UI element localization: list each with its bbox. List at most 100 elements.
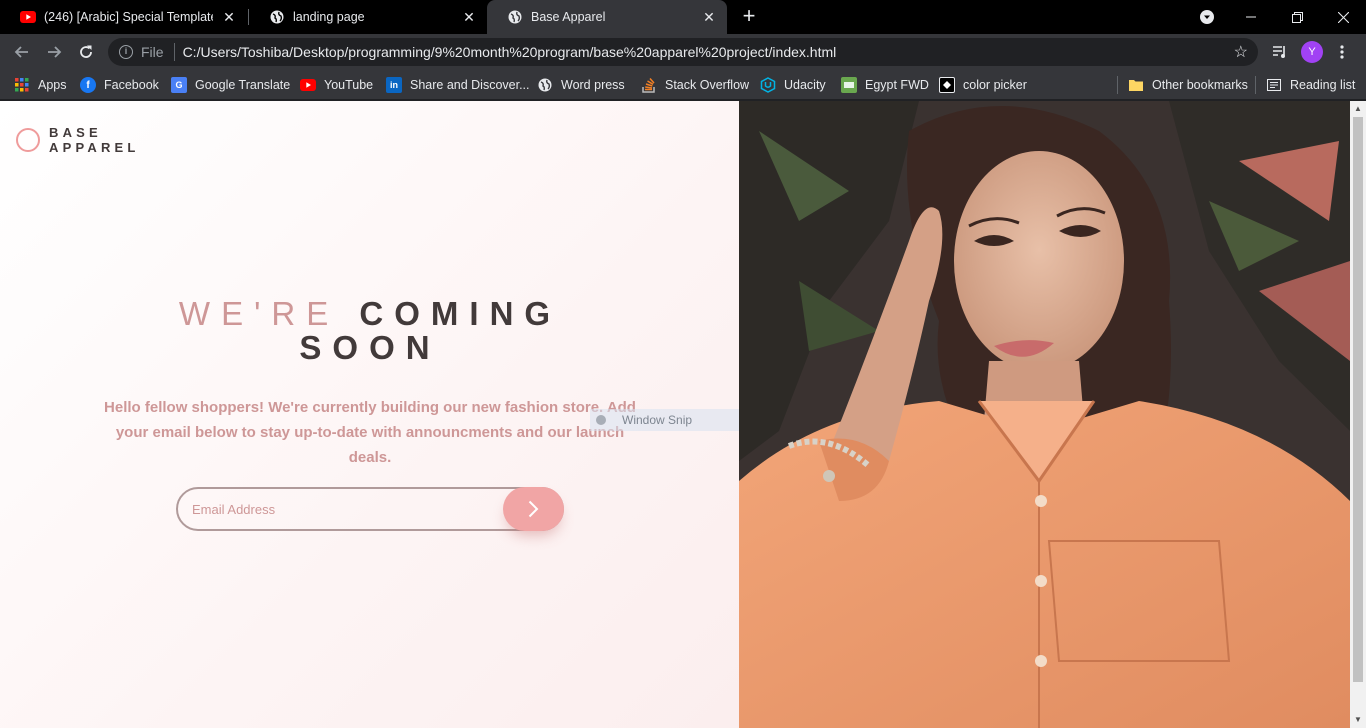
restore-icon (1291, 11, 1303, 23)
description: Hello fellow shoppers! We're currently b… (104, 399, 636, 466)
linkedin-icon: in (386, 77, 402, 93)
tab-base-apparel[interactable]: Base Apparel ✕ (487, 0, 727, 34)
heading-light: WE'RE (178, 295, 340, 332)
other-bookmarks[interactable]: Other bookmarks (1128, 76, 1248, 94)
reload-button[interactable] (73, 39, 99, 65)
profile-button[interactable]: Y (1300, 39, 1324, 65)
playlist-icon (1273, 46, 1285, 58)
bookmark-apps[interactable]: Apps (14, 76, 67, 94)
minimize-button[interactable] (1228, 0, 1274, 34)
star-icon[interactable]: ☆ (1234, 42, 1248, 62)
bookmarks-bar: Apps f Facebook G Google Translate YouTu… (0, 70, 1366, 100)
tab-search-button[interactable] (1184, 0, 1230, 34)
divider (1255, 76, 1256, 94)
close-icon[interactable]: ✕ (461, 9, 477, 25)
menu-button[interactable] (1334, 39, 1350, 65)
close-window-button[interactable] (1320, 0, 1366, 34)
tab-strip: (246) [Arabic] Special Template # ✕ land… (0, 0, 1366, 34)
bookmark-label: Egypt FWD (865, 78, 929, 92)
tab-youtube[interactable]: (246) [Arabic] Special Template # ✕ (0, 0, 247, 34)
bookmark-udacity[interactable]: Udacity (760, 76, 826, 94)
more-vertical-icon (1340, 45, 1344, 59)
tab-title: (246) [Arabic] Special Template # (44, 10, 213, 24)
bookmark-linkedin[interactable]: in Share and Discover... (386, 76, 530, 94)
logo-text: BASE APPAREL (49, 125, 140, 155)
browser-toolbar: i File C:/Users/Toshiba/Desktop/programm… (0, 34, 1366, 70)
url-text[interactable]: C:/Users/Toshiba/Desktop/programming/9%2… (183, 44, 837, 60)
bookmark-label: Udacity (784, 78, 826, 92)
address-bar[interactable]: i File C:/Users/Toshiba/Desktop/programm… (108, 38, 1258, 66)
logo-ring-icon (16, 128, 40, 152)
avatar: Y (1301, 41, 1323, 63)
page-title: WE'RE COMING SOON (120, 297, 620, 365)
scrollbar-thumb[interactable] (1353, 117, 1363, 682)
youtube-icon (300, 77, 316, 93)
logo-line-2: APPAREL (49, 140, 140, 155)
folder-icon (1128, 77, 1144, 93)
restore-button[interactable] (1274, 0, 1320, 34)
bookmark-wordpress[interactable]: Word press (537, 76, 625, 94)
scroll-down-icon[interactable]: ▼ (1350, 712, 1366, 728)
arrow-left-icon (14, 46, 28, 58)
tab-title: Base Apparel (531, 10, 606, 24)
logo-line-1: BASE (49, 125, 102, 140)
divider (173, 43, 175, 61)
bookmark-facebook[interactable]: f Facebook (80, 76, 159, 94)
email-form (176, 487, 564, 531)
info-icon[interactable]: i (119, 45, 133, 59)
bookmark-label: YouTube (324, 78, 374, 92)
divider (1117, 76, 1118, 94)
chevron-down-icon (1200, 10, 1214, 24)
bookmark-egypt-fwd[interactable]: Egypt FWD (841, 76, 929, 94)
submit-button[interactable] (503, 487, 564, 531)
heading-bold: COMING (359, 295, 562, 332)
close-icon (1337, 11, 1349, 23)
bookmark-label: Google Translate (195, 78, 291, 92)
bookmark-label: Reading list (1290, 78, 1356, 92)
facebook-icon: f (80, 77, 96, 93)
bookmark-stackoverflow[interactable]: Stack Overflow (641, 76, 749, 94)
globe-icon (269, 9, 285, 25)
google-translate-icon: G (171, 77, 187, 93)
bookmark-label: color picker (963, 78, 1027, 92)
media-control-button[interactable] (1268, 39, 1292, 65)
logo[interactable]: BASE APPAREL (16, 125, 140, 155)
stackoverflow-icon (641, 77, 657, 93)
globe-icon (537, 77, 553, 93)
hero-photo (739, 101, 1350, 728)
hero-image-icon (739, 101, 1350, 728)
reading-list[interactable]: Reading list (1266, 76, 1355, 94)
bookmark-label: Other bookmarks (1152, 78, 1248, 92)
forward-button[interactable] (41, 39, 67, 65)
minimize-icon (1246, 16, 1256, 18)
scroll-up-icon[interactable]: ▲ (1350, 101, 1366, 117)
bookmark-label: Apps (38, 78, 67, 92)
arrow-right-icon (48, 46, 62, 58)
close-icon[interactable]: ✕ (221, 9, 237, 25)
bookmark-label: Stack Overflow (665, 78, 750, 92)
bookmark-google-translate[interactable]: G Google Translate (171, 76, 290, 94)
bookmark-youtube[interactable]: YouTube (300, 76, 373, 94)
color-picker-icon (939, 77, 955, 93)
bookmark-label: Facebook (104, 78, 159, 92)
bookmark-color-picker[interactable]: color picker (939, 76, 1027, 94)
bookmark-label: Word press (561, 78, 625, 92)
reading-list-icon (1266, 77, 1282, 93)
youtube-icon (20, 9, 36, 25)
back-button[interactable] (9, 39, 35, 65)
scrollbar[interactable]: ▲ ▼ (1350, 101, 1366, 728)
close-icon[interactable]: ✕ (701, 9, 717, 25)
tab-landing-page[interactable]: landing page ✕ (249, 0, 487, 34)
apps-grid-icon (14, 77, 30, 93)
snip-label: Window Snip (622, 413, 693, 427)
web-page: BASE APPAREL WE'RE COMING SOON Hello fel… (0, 101, 1366, 728)
new-tab-button[interactable]: + (737, 5, 761, 29)
tab-title: landing page (293, 10, 365, 24)
reload-icon (80, 45, 92, 58)
bookmark-label: Share and Discover... (410, 78, 530, 92)
globe-icon (507, 9, 523, 25)
udacity-icon (760, 77, 776, 93)
heading-bold: SOON (299, 329, 441, 366)
snip-icon (596, 415, 606, 425)
egypt-fwd-icon (841, 77, 857, 93)
